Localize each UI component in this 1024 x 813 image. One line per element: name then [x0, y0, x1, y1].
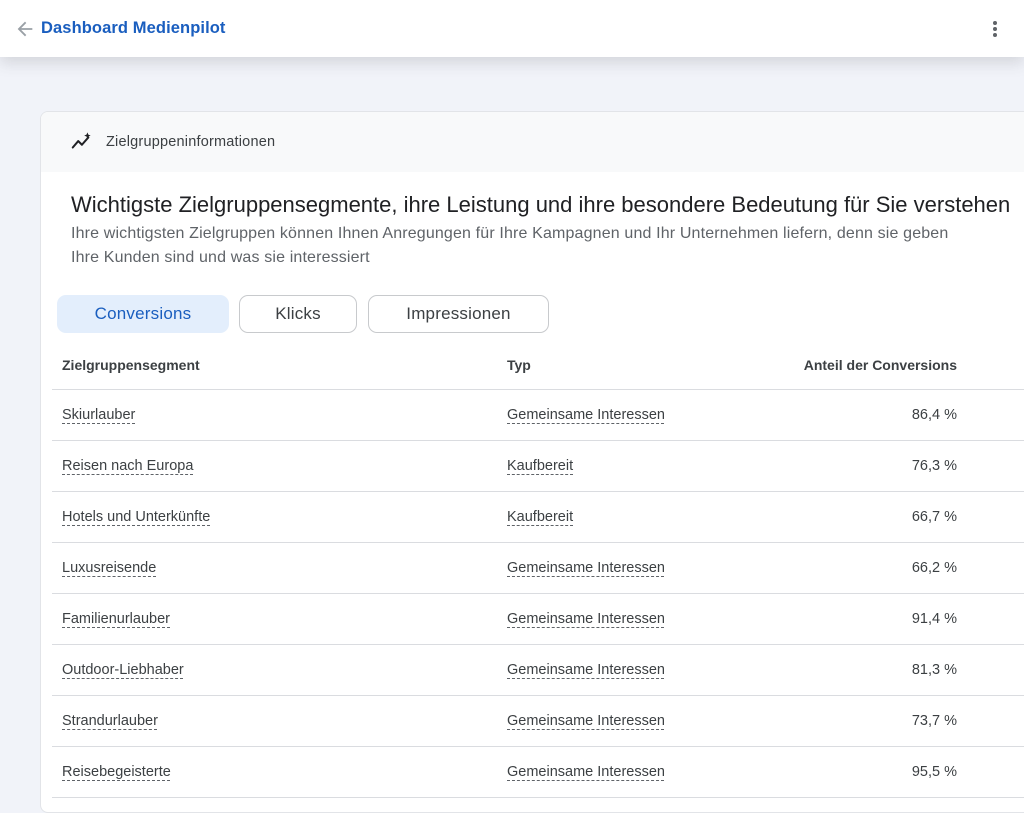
- segment-type-link[interactable]: Gemeinsame Interessen: [507, 662, 665, 678]
- segment-link[interactable]: Hotels und Unterkünfte: [62, 509, 210, 525]
- top-app-bar: Dashboard Medienpilot: [0, 0, 1024, 57]
- table-row: Familienurlauber Gemeinsame Interessen 91,…: [52, 594, 1024, 645]
- column-header-segment: Zielgruppensegment: [62, 357, 200, 373]
- conversion-share-value: 91,4 %: [911, 611, 957, 627]
- card-header: Zielgruppeninformationen: [41, 112, 1024, 172]
- segment-type-link[interactable]: Gemeinsame Interessen: [507, 764, 665, 780]
- segment-type-link[interactable]: Gemeinsame Interessen: [507, 611, 665, 627]
- table-row: Outdoor-Liebhaber Gemeinsame Interessen 81…: [52, 645, 1024, 696]
- conversion-share-value: 66,2 %: [911, 560, 957, 576]
- app-title[interactable]: Dashboard Medienpilot: [41, 19, 226, 38]
- audience-segments-table: Zielgruppensegment Typ Anteil der Conver…: [52, 339, 1024, 798]
- column-header-share[interactable]: Anteil der Conversions: [804, 357, 957, 373]
- tab-conversions[interactable]: Conversions: [57, 295, 229, 333]
- card-description: Ihre wichtigsten Zielgruppen können Ihne…: [71, 222, 1024, 270]
- segment-link[interactable]: Familienurlauber: [62, 611, 170, 627]
- card-description-line: Ihre Kunden sind und was sie interessier…: [71, 249, 370, 266]
- conversion-share-value: 81,3 %: [911, 662, 957, 678]
- conversion-share-value: 76,3 %: [911, 458, 957, 474]
- table-body: Skiurlauber Gemeinsame Interessen 86,4 % Re…: [52, 390, 1024, 798]
- back-button[interactable]: [14, 18, 36, 40]
- table-row: Strandurlauber Gemeinsame Interessen 73,7 …: [52, 696, 1024, 747]
- card-header-label: Zielgruppeninformationen: [106, 134, 276, 150]
- segment-type-link[interactable]: Gemeinsame Interessen: [507, 560, 665, 576]
- conversion-share-value: 95,5 %: [911, 764, 957, 780]
- segment-type-link[interactable]: Gemeinsame Interessen: [507, 713, 665, 729]
- card-description-line: Ihre wichtigsten Zielgruppen können Ihne…: [71, 225, 949, 242]
- column-header-type: Typ: [507, 357, 531, 373]
- arrow-back-icon: [17, 21, 33, 37]
- segment-type-link[interactable]: Gemeinsame Interessen: [507, 407, 665, 423]
- audience-insights-card: Zielgruppeninformationen Wichtigste Ziel…: [40, 111, 1024, 813]
- more-options-button[interactable]: [984, 17, 1006, 41]
- conversion-share-value: 86,4 %: [911, 407, 957, 423]
- conversion-share-value: 73,7 %: [911, 713, 957, 729]
- segment-link[interactable]: Strandurlauber: [62, 713, 158, 729]
- segment-link[interactable]: Skiurlauber: [62, 407, 135, 423]
- insights-icon: [71, 132, 91, 149]
- segment-link[interactable]: Luxusreisende: [62, 560, 156, 576]
- table-row: Skiurlauber Gemeinsame Interessen 86,4 %: [52, 390, 1024, 441]
- card-headline: Wichtigste Zielgruppensegmente, ihre Lei…: [71, 192, 1011, 217]
- segment-link[interactable]: Reisebegeisterte: [62, 764, 171, 780]
- segment-link[interactable]: Outdoor-Liebhaber: [62, 662, 184, 678]
- segment-type-link[interactable]: Kaufbereit: [507, 509, 573, 525]
- segment-type-link[interactable]: Kaufbereit: [507, 458, 573, 474]
- table-row: Hotels und Unterkünfte Kaufbereit 66,7 %: [52, 492, 1024, 543]
- table-header: Zielgruppensegment Typ Anteil der Conver…: [52, 339, 1024, 390]
- more-vert-icon: [993, 21, 997, 37]
- table-row: Reisebegeisterte Gemeinsame Interessen 95,…: [52, 747, 1024, 798]
- tab-impressionen[interactable]: Impressionen: [368, 295, 549, 333]
- tab-klicks[interactable]: Klicks: [239, 295, 357, 333]
- table-row: Reisen nach Europa Kaufbereit 76,3 %: [52, 441, 1024, 492]
- table-row: Luxusreisende Gemeinsame Interessen 66,2 %: [52, 543, 1024, 594]
- segment-link[interactable]: Reisen nach Europa: [62, 458, 193, 474]
- conversion-share-value: 66,7 %: [911, 509, 957, 525]
